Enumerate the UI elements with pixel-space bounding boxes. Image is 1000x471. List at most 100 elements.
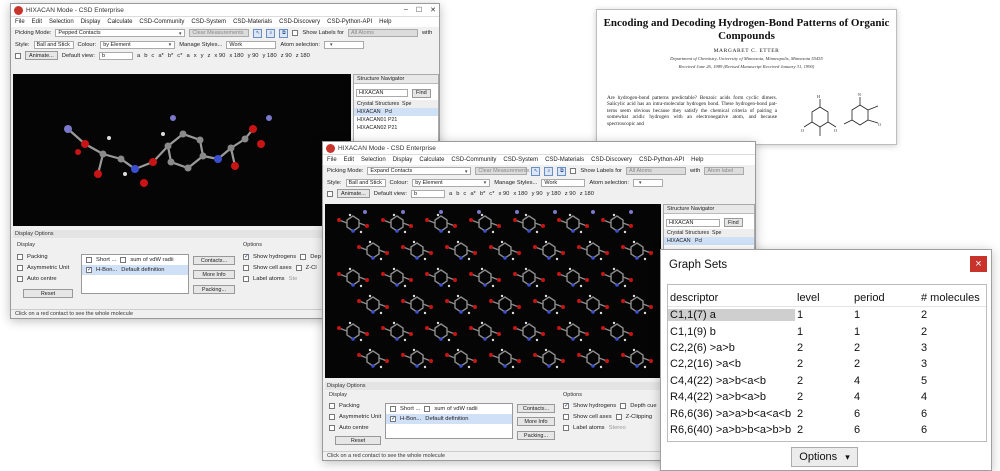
rotate-y90-button[interactable]: y 90 — [248, 53, 259, 59]
animate-checkbox[interactable] — [327, 190, 333, 197]
contacts-button[interactable]: Contacts... — [193, 256, 235, 265]
menu-calculate[interactable]: Calculate — [419, 157, 444, 163]
default-view-select[interactable]: b — [98, 51, 133, 60]
table-row[interactable]: C1,1(7) a112 — [668, 307, 986, 323]
short-contacts-checkbox[interactable] — [390, 406, 396, 412]
clear-measurements-button[interactable]: Clear Measurements — [475, 167, 529, 175]
packing-button[interactable]: Packing... — [193, 285, 235, 294]
navigator-item[interactable]: HIXACAN02 P21 — [354, 124, 438, 132]
manage-styles-select[interactable]: Work — [226, 40, 277, 49]
style-select[interactable]: Ball and Stick — [345, 178, 386, 187]
table-row[interactable]: R6,6(40) >a>b>b<a>b>b 2 6 6 — [668, 422, 986, 438]
manage-styles-label[interactable]: Manage Styles... — [179, 42, 222, 48]
menu-csd-discovery[interactable]: CSD-Discovery — [279, 19, 320, 25]
menu-csd-system[interactable]: CSD-System — [191, 19, 226, 25]
menu-csd-python-api[interactable]: CSD-Python-API — [327, 19, 372, 25]
depth-cue-checkbox[interactable] — [300, 254, 307, 260]
clear-measurements-button[interactable]: Clear Measurements — [189, 29, 250, 37]
menu-csd-community[interactable]: CSD-Community — [451, 157, 496, 163]
zoom-icon[interactable]: ⌕ — [544, 166, 554, 176]
asymmetric-unit-checkbox[interactable] — [17, 265, 23, 271]
show-hydrogens-checkbox[interactable] — [563, 402, 569, 409]
navigator-search-input[interactable]: HIXACAN — [666, 218, 720, 227]
menu-csd-discovery[interactable]: CSD-Discovery — [591, 157, 632, 163]
auto-centre-checkbox[interactable] — [329, 425, 335, 431]
show-cell-axes-checkbox[interactable] — [563, 414, 569, 420]
rotate-x180-button[interactable]: x 180 — [229, 53, 243, 59]
options-dropdown-button[interactable]: Options ▾ — [791, 447, 858, 467]
atom-label-select[interactable]: Atom label — [704, 167, 745, 175]
axis-button-a[interactable]: a — [137, 53, 140, 59]
cursor-icon[interactable]: ↖ — [531, 166, 541, 176]
animate-checkbox[interactable] — [15, 52, 21, 59]
packing-checkbox[interactable] — [17, 254, 23, 260]
column-header-period[interactable]: period — [852, 292, 919, 304]
axis-button-b-star[interactable]: b* — [168, 53, 173, 59]
rotate-x90-button[interactable]: x 90 — [214, 53, 225, 59]
axis-button-x[interactable]: x — [194, 53, 197, 59]
table-row[interactable]: R4,4(22) >a>b<a>b 2 4 4 — [668, 389, 986, 405]
rotate-z90-button[interactable]: z 90 — [281, 53, 292, 59]
close-icon[interactable]: ✕ — [430, 6, 436, 14]
menu-file[interactable]: File — [15, 19, 25, 25]
menu-file[interactable]: File — [327, 157, 337, 163]
more-info-button[interactable]: More Info — [193, 270, 235, 279]
reset-button[interactable]: Reset — [23, 289, 73, 298]
picking-mode-select[interactable]: Expand Contacts ▼ — [367, 167, 472, 175]
column-header-molecules[interactable]: # molecules — [919, 292, 988, 304]
axis-button-c[interactable]: c — [463, 191, 466, 197]
menu-csd-materials[interactable]: CSD-Materials — [545, 157, 584, 163]
menu-display[interactable]: Display — [81, 19, 101, 25]
label-atoms-checkbox[interactable] — [563, 425, 569, 431]
menu-display[interactable]: Display — [393, 157, 413, 163]
menu-selection[interactable]: Selection — [49, 19, 74, 25]
copy-icon[interactable]: ⧉ — [557, 166, 567, 176]
axis-button-a-star[interactable]: a* — [158, 53, 163, 59]
axis-button-z[interactable]: z — [208, 53, 211, 59]
axis-button-c[interactable]: c — [151, 53, 154, 59]
menu-help[interactable]: Help — [379, 19, 391, 25]
menu-csd-python-api[interactable]: CSD-Python-API — [639, 157, 684, 163]
hbond-checkbox[interactable] — [390, 415, 396, 422]
colour-select[interactable]: by Element ▼ — [100, 40, 176, 49]
rotate-x180-button[interactable]: x 180 — [513, 191, 527, 197]
cursor-icon[interactable]: ↖ — [253, 28, 263, 38]
menu-csd-system[interactable]: CSD-System — [503, 157, 538, 163]
table-row[interactable]: C1,1(9) b 1 1 2 — [668, 323, 986, 339]
menu-calculate[interactable]: Calculate — [107, 19, 132, 25]
table-row[interactable]: R6,6(36) >a>a>b<a<a<b 2 6 6 — [668, 405, 986, 421]
contacts-list[interactable]: Short ... sum of vdW radii H-Bon...Defaul… — [81, 254, 189, 294]
table-row[interactable]: C2,2(16) >a<b 2 2 3 — [668, 356, 986, 372]
show-labels-checkbox[interactable] — [292, 30, 299, 36]
close-icon[interactable]: × — [970, 256, 987, 272]
colour-select[interactable]: by Element ▼ — [412, 178, 491, 187]
rotate-y180-button[interactable]: y 180 — [263, 53, 277, 59]
z-clipping-checkbox[interactable] — [295, 265, 302, 271]
column-header-descriptor[interactable]: descriptor — [668, 292, 795, 304]
copy-icon[interactable]: ⧉ — [279, 28, 289, 38]
rotate-z90-button[interactable]: z 90 — [565, 191, 576, 197]
axis-button-b[interactable]: b — [144, 53, 147, 59]
animate-button[interactable]: Animate... — [25, 51, 58, 60]
contacts-list[interactable]: Short ... sum of vdW radii H-Bon...Defaul… — [385, 403, 513, 439]
menu-selection[interactable]: Selection — [361, 157, 386, 163]
z-clipping-checkbox[interactable] — [615, 414, 622, 420]
short-contacts-def-checkbox[interactable] — [120, 257, 127, 263]
manage-styles-select[interactable]: Work — [541, 178, 586, 187]
menu-edit[interactable]: Edit — [344, 157, 354, 163]
style-select[interactable]: Ball and Stick — [33, 40, 74, 49]
packing-button[interactable]: Packing... — [517, 431, 555, 440]
more-info-button[interactable]: More Info — [517, 417, 555, 426]
menu-csd-materials[interactable]: CSD-Materials — [233, 19, 272, 25]
hbond-checkbox[interactable] — [86, 266, 92, 273]
crystal-packing-viewport[interactable] — [325, 204, 661, 378]
menu-csd-community[interactable]: CSD-Community — [139, 19, 184, 25]
labels-select[interactable]: All Atoms — [626, 167, 686, 175]
manage-styles-label[interactable]: Manage Styles... — [494, 180, 537, 186]
rotate-y180-button[interactable]: y 180 — [547, 191, 561, 197]
rotate-z180-button[interactable]: z 180 — [580, 191, 594, 197]
default-view-select[interactable]: b — [410, 189, 445, 198]
short-contacts-def-checkbox[interactable] — [424, 406, 431, 412]
picking-mode-select[interactable]: Pepped Contacts ▼ — [55, 29, 186, 37]
column-header-level[interactable]: level — [795, 292, 852, 304]
